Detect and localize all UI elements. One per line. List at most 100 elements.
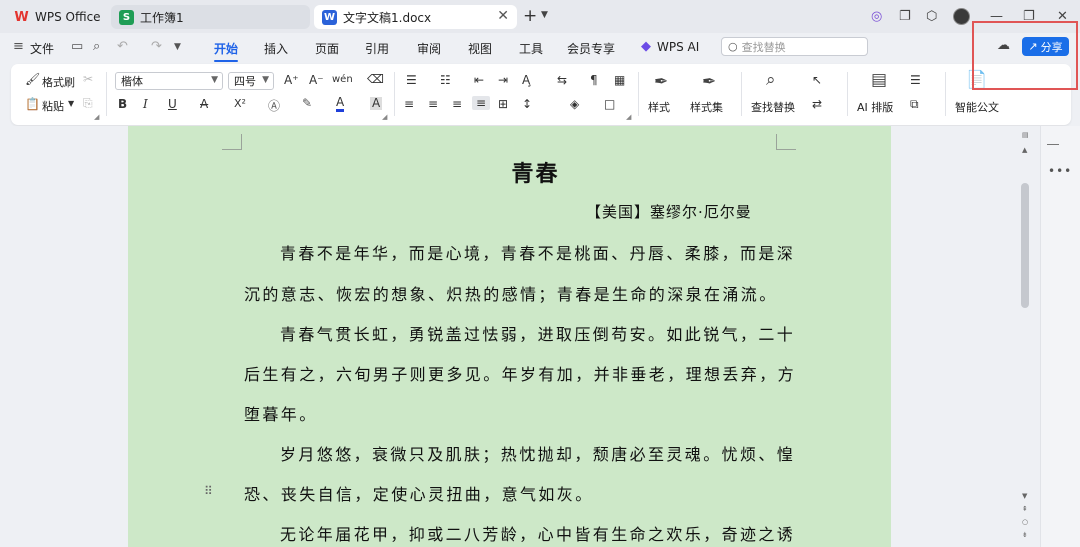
- char-shading-icon[interactable]: A: [370, 97, 383, 110]
- select-browse-icon[interactable]: ○: [1022, 518, 1028, 526]
- crop-mark: [776, 134, 796, 150]
- phonetic-guide-icon[interactable]: wén: [332, 74, 353, 85]
- ai-layout-button[interactable]: AI 排版: [857, 99, 893, 115]
- window-mode-icon[interactable]: ❐: [899, 9, 911, 24]
- justify-icon[interactable]: ≡: [472, 96, 491, 110]
- font-name-select[interactable]: 楷体 ▼: [115, 72, 223, 90]
- drag-handle-icon[interactable]: ⠿: [204, 484, 213, 498]
- font-color-icon[interactable]: A: [336, 96, 345, 112]
- grow-font-icon[interactable]: A⁺: [284, 73, 299, 87]
- select-cursor-icon[interactable]: ↖: [812, 73, 822, 87]
- next-page-icon[interactable]: ⇟: [1022, 531, 1028, 539]
- chevron-down-icon[interactable]: ▼: [68, 99, 74, 108]
- clear-format-icon[interactable]: ⌫: [367, 72, 384, 86]
- search-input[interactable]: ○ 查找替换: [721, 37, 868, 56]
- paragraph-line[interactable]: 后生有之，六旬男子则更多见。年岁有加，并非垂老，理想丢弃，方: [244, 361, 796, 385]
- smart-document-button[interactable]: 智能公文: [955, 99, 999, 115]
- font-size-select[interactable]: 四号 ▼: [228, 72, 274, 90]
- tab-wps-ai[interactable]: WPS AI: [657, 40, 699, 54]
- align-right-icon[interactable]: ≡: [452, 97, 462, 111]
- copy-icon[interactable]: ⎘: [83, 96, 93, 111]
- paragraph-line[interactable]: 堕暮年。: [244, 401, 318, 425]
- print-preview-icon[interactable]: ⌕: [93, 39, 100, 54]
- tab-references[interactable]: 引用: [365, 40, 389, 57]
- paragraph-line[interactable]: 沉的意志、恢宏的想象、炽热的感情；青春是生命的深泉在涌流。: [244, 281, 778, 305]
- document-title[interactable]: 青春: [128, 156, 943, 188]
- text-effect-icon[interactable]: Ⓐ: [268, 97, 280, 114]
- chevron-down-icon[interactable]: ▼: [541, 10, 548, 20]
- avatar[interactable]: [953, 8, 970, 25]
- paragraph-line[interactable]: 无论年届花甲，抑或二八芳龄，心中皆有生命之欢乐，奇迹之诱: [280, 521, 795, 545]
- group-expand-icon[interactable]: ◢: [94, 113, 99, 121]
- style-button[interactable]: 样式: [648, 99, 670, 115]
- group-expand-icon[interactable]: ◢: [382, 113, 387, 121]
- chevron-down-icon[interactable]: ▼: [174, 42, 181, 52]
- redo-icon[interactable]: ↷: [151, 39, 162, 54]
- menu-file[interactable]: 文件: [30, 40, 54, 57]
- bold-icon[interactable]: B: [118, 97, 127, 111]
- scroll-down-icon[interactable]: ▼: [1022, 492, 1027, 500]
- hamburger-menu-icon[interactable]: ≡: [13, 39, 24, 54]
- tab-workbook[interactable]: S 工作簿1: [111, 5, 310, 29]
- paragraph-line[interactable]: 恐、丧失自信，定使心灵扭曲，意气如灰。: [244, 481, 594, 505]
- increase-indent-icon[interactable]: ⇥: [498, 73, 508, 87]
- tab-review[interactable]: 审阅: [417, 40, 441, 57]
- tab-wps-office[interactable]: W WPS Office: [6, 5, 106, 29]
- paragraph-line[interactable]: 青春不是年华，而是心境，青春不是桃面、丹唇、柔膝，而是深: [280, 240, 795, 264]
- show-marks-icon[interactable]: ¶: [590, 73, 598, 87]
- paste-button[interactable]: 粘贴: [42, 98, 64, 114]
- tab-document[interactable]: W 文字文稿1.docx ✕: [314, 5, 517, 29]
- cut-icon[interactable]: ✂: [83, 72, 93, 86]
- table-grid-icon[interactable]: ▦: [614, 73, 625, 87]
- border-icon[interactable]: □: [604, 97, 615, 111]
- italic-icon[interactable]: I: [143, 97, 148, 111]
- strikethrough-icon[interactable]: A: [200, 97, 208, 111]
- tab-label: 文字文稿1.docx: [343, 10, 432, 25]
- more-options-icon[interactable]: •••: [1048, 164, 1072, 178]
- superscript-icon[interactable]: X²: [234, 97, 246, 110]
- shading-fill-icon[interactable]: ◈: [570, 97, 579, 111]
- decrease-indent-icon[interactable]: ⇤: [474, 73, 484, 87]
- scroll-up-icon[interactable]: ▲: [1022, 146, 1027, 154]
- align-center-icon[interactable]: ≡: [428, 97, 438, 111]
- line-spacing-icon[interactable]: ↕: [522, 97, 532, 111]
- distributed-icon[interactable]: ⊞: [498, 97, 508, 111]
- paragraph-line[interactable]: 青春气贯长虹，勇锐盖过怯弱，进取压倒苟安。如此锐气，二十: [280, 321, 795, 345]
- align-left-icon[interactable]: ≡: [404, 97, 414, 111]
- tab-page[interactable]: 页面: [315, 40, 339, 57]
- scrollbar-thumb[interactable]: [1021, 183, 1029, 308]
- arrange-icon[interactable]: ⧉: [910, 97, 919, 112]
- cube-icon[interactable]: ⬡: [926, 9, 937, 24]
- tab-tools[interactable]: 工具: [519, 40, 543, 57]
- shrink-font-icon[interactable]: A⁻: [309, 73, 324, 87]
- document-author[interactable]: 【美国】塞缪尔·厄尔曼: [586, 201, 752, 222]
- group-expand-icon[interactable]: ◢: [626, 113, 631, 121]
- style-set-button[interactable]: 样式集: [690, 99, 723, 115]
- close-tab-icon[interactable]: ✕: [497, 8, 509, 24]
- new-tab-plus-icon[interactable]: +: [523, 6, 537, 26]
- numbered-list-icon[interactable]: ☷: [440, 73, 451, 87]
- ai-assistant-icon[interactable]: ◎: [871, 9, 882, 24]
- collapse-panel-icon[interactable]: [1047, 144, 1059, 145]
- underline-icon[interactable]: U: [168, 97, 177, 111]
- paragraph-line[interactable]: 岁月悠悠，衰微只及肌肤；热忱抛却，颓唐必至灵魂。忧烦、惶: [280, 441, 795, 465]
- undo-icon[interactable]: ↶: [117, 39, 128, 54]
- text-layout-icon[interactable]: ☰: [910, 73, 921, 87]
- tab-insert[interactable]: 插入: [264, 40, 288, 57]
- ruler-toggle-icon[interactable]: ▤: [1022, 131, 1029, 139]
- spreadsheet-icon: S: [119, 9, 134, 25]
- writer-doc-icon: W: [322, 9, 337, 25]
- text-direction-icon[interactable]: ⇆: [557, 73, 567, 87]
- bullet-list-icon[interactable]: ☰: [406, 73, 417, 87]
- highlight-pen-icon[interactable]: ✎: [302, 96, 312, 110]
- save-icon[interactable]: ▭: [71, 39, 83, 54]
- prev-page-icon[interactable]: ⇞: [1022, 505, 1028, 513]
- title-tab-bar: W WPS Office S 工作簿1 W 文字文稿1.docx ✕ + ▼ ◎…: [0, 0, 1080, 33]
- find-replace-button[interactable]: 查找替换: [751, 99, 795, 115]
- char-scale-icon[interactable]: A̧: [522, 73, 530, 87]
- replace-swap-icon[interactable]: ⇄: [812, 97, 822, 111]
- tab-home[interactable]: 开始: [214, 40, 239, 62]
- format-painter-button[interactable]: 格式刷: [42, 74, 75, 90]
- tab-member[interactable]: 会员专享: [567, 40, 615, 57]
- tab-view[interactable]: 视图: [468, 40, 492, 57]
